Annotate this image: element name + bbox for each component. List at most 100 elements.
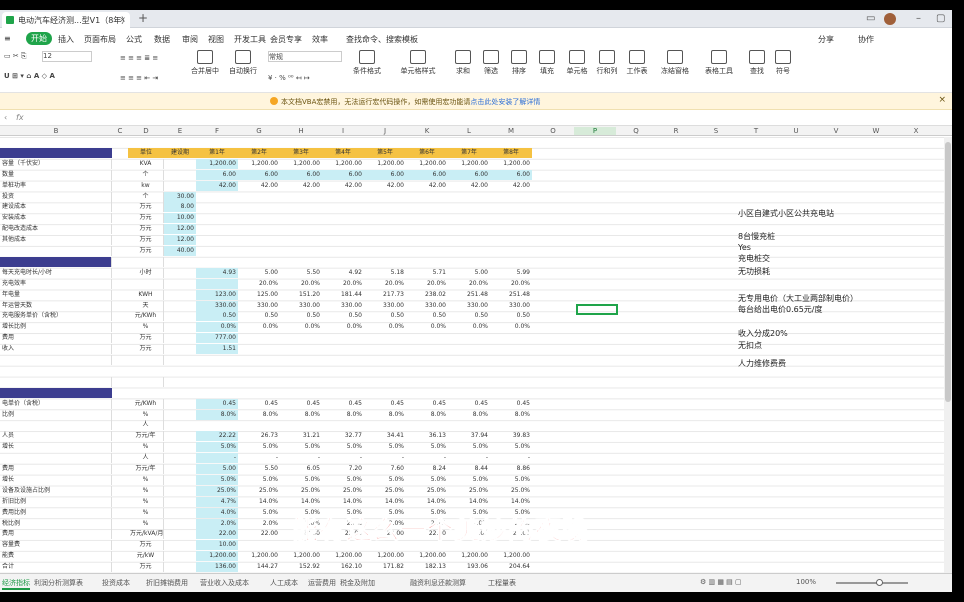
document-tab[interactable]: 电动汽车经济测...型V1（8年） ×: [2, 12, 130, 28]
menu-page-layout[interactable]: 页面布局: [84, 34, 116, 45]
row-value: 26.73: [260, 432, 278, 440]
font-style-buttons[interactable]: U ⊞ ▾ ⌂ A ◇ A: [4, 72, 55, 80]
collab-button[interactable]: 协作: [858, 34, 874, 45]
freeze-panes-button[interactable]: 冻结窗格: [656, 50, 694, 76]
row-value: 5.00: [196, 464, 238, 474]
new-tab-button[interactable]: +: [138, 11, 148, 25]
row-col-button[interactable]: 行和列: [592, 50, 622, 76]
number-format-icons[interactable]: ¥ · % ⁰⁰ ↤ ↦: [268, 74, 310, 82]
menu-efficiency[interactable]: 效率: [312, 34, 328, 45]
worksheet-label: 工作表: [626, 67, 648, 75]
column-header-u[interactable]: U: [776, 127, 816, 135]
column-header-j[interactable]: J: [364, 127, 406, 135]
column-header-l[interactable]: L: [448, 127, 490, 135]
minimize-icon[interactable]: –: [916, 13, 921, 24]
warning-link[interactable]: 点击此处安装了解详情: [470, 98, 540, 106]
column-header-q[interactable]: Q: [616, 127, 656, 135]
vertical-scrollbar[interactable]: [944, 137, 952, 573]
column-header-b[interactable]: B: [0, 127, 112, 135]
symbol-button[interactable]: 符号: [768, 50, 798, 76]
column-header-r[interactable]: R: [656, 127, 696, 135]
sum-button[interactable]: 求和: [448, 50, 478, 76]
name-box-arrow-icon[interactable]: ‹: [4, 113, 7, 122]
column-header-m[interactable]: M: [490, 127, 532, 135]
active-cell[interactable]: [576, 304, 618, 315]
column-header-v[interactable]: V: [816, 127, 856, 135]
sheet-tab[interactable]: 折旧摊销费用: [146, 578, 188, 588]
sheet-tab[interactable]: 运营费用: [308, 578, 336, 588]
align-bottom-icons[interactable]: ≡ ≡ ≡ ⇤ ⇥: [120, 74, 158, 82]
column-header-f[interactable]: F: [196, 127, 238, 135]
avatar[interactable]: [884, 13, 896, 25]
row-value: 1,200.00: [251, 552, 278, 560]
menu-formula[interactable]: 公式: [126, 34, 142, 45]
row-value: -: [485, 454, 488, 462]
worksheet-button[interactable]: 工作表: [622, 50, 652, 76]
close-warning-icon[interactable]: ×: [938, 95, 946, 105]
sort-button[interactable]: 排序: [504, 50, 534, 76]
window-layout-icon[interactable]: ▭: [866, 13, 875, 24]
row-unit: 万元/年: [128, 464, 164, 474]
close-tab-icon[interactable]: ×: [119, 15, 126, 24]
sheet-grid[interactable]: 单位 建设期 第1年 第2年 第3年 第4年 第5年 第6年 第7年 第8年 容量（千伏安） KVA 1…: [0, 137, 944, 573]
conditional-format-button[interactable]: 条件格式: [352, 50, 382, 76]
align-top-icons[interactable]: ≡ ≡ ≡ ≣ ≡: [120, 54, 158, 62]
command-search[interactable]: 查找命令、搜索模板: [346, 34, 418, 45]
scroll-thumb[interactable]: [945, 142, 951, 402]
column-header-c[interactable]: C: [112, 127, 128, 135]
share-button[interactable]: 分享: [818, 34, 834, 45]
font-size-select[interactable]: 12: [42, 51, 92, 62]
column-header-e[interactable]: E: [164, 127, 196, 135]
sheet-tab[interactable]: 工程量表: [488, 578, 516, 588]
fill-button[interactable]: 填充: [532, 50, 562, 76]
sheet-tab[interactable]: 融资利息还款测算: [410, 578, 466, 588]
row-value: 6.00: [406, 169, 448, 180]
sheet-tab[interactable]: 投资成本: [102, 578, 130, 588]
column-header-h[interactable]: H: [280, 127, 322, 135]
cell-button[interactable]: 单元格: [562, 50, 592, 76]
table-tools-button[interactable]: 表格工具: [700, 50, 738, 76]
column-header-d[interactable]: D: [128, 127, 164, 135]
menu-view[interactable]: 视图: [208, 34, 224, 45]
sheet-tab[interactable]: 利润分析测算表: [34, 578, 83, 588]
main-menu-icon[interactable]: ≡: [4, 34, 11, 43]
menu-data[interactable]: 数据: [154, 34, 170, 45]
column-header-s[interactable]: S: [696, 127, 736, 135]
note-line: 无功损耗: [738, 267, 770, 276]
sheet-tab[interactable]: 税金及附加: [340, 578, 375, 588]
row-unit: 个: [128, 169, 164, 180]
column-header-w[interactable]: W: [856, 127, 896, 135]
clipboard-icons[interactable]: ▭ ✂ ⎘: [4, 52, 27, 61]
cell-style-button[interactable]: 单元格样式: [396, 50, 440, 76]
zoom-level[interactable]: 100%: [796, 578, 816, 586]
column-header-k[interactable]: K: [406, 127, 448, 135]
column-header-t[interactable]: T: [736, 127, 776, 135]
row-value: 1,200.00: [196, 551, 238, 562]
zoom-slider-thumb[interactable]: [876, 579, 883, 586]
sheet-tab[interactable]: 人工成本: [270, 578, 298, 588]
merge-center-button[interactable]: 合并居中: [190, 50, 220, 76]
row-value: 0.0%: [196, 322, 238, 333]
filter-button[interactable]: 筛选: [476, 50, 506, 76]
wrap-text-label: 自动换行: [229, 67, 257, 75]
column-header-o[interactable]: O: [532, 127, 574, 135]
maximize-icon[interactable]: ▢: [936, 13, 945, 24]
menu-developer[interactable]: 开发工具: [234, 34, 266, 45]
menu-insert[interactable]: 插入: [58, 34, 74, 45]
menu-start[interactable]: 开始: [26, 32, 52, 45]
fx-icon[interactable]: fx: [16, 113, 24, 122]
row-value: 5.0%: [196, 474, 238, 485]
column-header-i[interactable]: I: [322, 127, 364, 135]
sheet-tab[interactable]: 经济指标: [2, 578, 30, 590]
column-header-x[interactable]: X: [896, 127, 936, 135]
number-format-select[interactable]: 常规: [268, 51, 342, 62]
wrap-text-button[interactable]: 自动换行: [228, 50, 258, 76]
menu-review[interactable]: 审阅: [182, 34, 198, 45]
zoom-slider[interactable]: [836, 579, 908, 586]
menu-member[interactable]: 会员专享: [270, 34, 302, 45]
row-value: 2.0%: [262, 519, 278, 527]
sheet-tab[interactable]: 营业收入及成本: [200, 578, 249, 588]
column-header-g[interactable]: G: [238, 127, 280, 135]
view-mode-icons[interactable]: ⚙ ▥ ▦ ▤ ▢: [700, 578, 742, 586]
column-header-p[interactable]: P: [574, 127, 616, 135]
